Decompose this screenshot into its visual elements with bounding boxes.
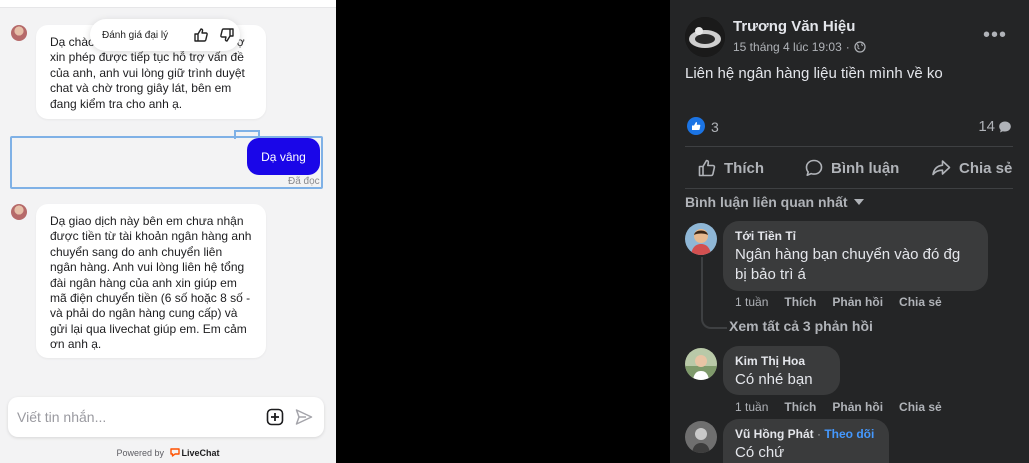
comment-like-link[interactable]: Thích bbox=[784, 295, 816, 309]
like-icon bbox=[698, 159, 716, 177]
comment-text: Có nhé bạn bbox=[735, 371, 813, 388]
share-label: Chia sẻ bbox=[959, 159, 1013, 177]
rate-agent-label: Đánh giá đại lý bbox=[102, 29, 169, 41]
agent-message-text: Dạ giao dịch này bên em chưa nhận được t… bbox=[50, 214, 252, 352]
comment-icon bbox=[805, 159, 823, 176]
commenter-avatar[interactable] bbox=[685, 223, 717, 255]
comment-bubble: Kim Thị Hoa Có nhé bạn bbox=[723, 346, 840, 395]
post-timestamp[interactable]: 15 tháng 4 lúc 19:03 bbox=[733, 40, 842, 54]
comment-time[interactable]: 1 tuần bbox=[735, 295, 768, 309]
agent-avatar bbox=[11, 204, 27, 220]
agent-avatar bbox=[11, 25, 27, 41]
comment-bubble-icon bbox=[999, 121, 1011, 132]
like-reaction-icon[interactable] bbox=[687, 117, 705, 135]
send-icon[interactable] bbox=[294, 407, 314, 427]
livechat-window: Dạ chào anh, em là nhân viên hỗ trợ xin … bbox=[0, 0, 336, 463]
comment-sort-label: Bình luận liên quan nhất bbox=[685, 194, 848, 210]
globe-icon bbox=[854, 41, 866, 53]
comment-button[interactable]: Bình luận bbox=[804, 154, 899, 182]
comment-sort-dropdown[interactable]: Bình luận liên quan nhất bbox=[685, 194, 864, 210]
message-input-placeholder[interactable]: Viết tin nhắn... bbox=[17, 409, 106, 425]
commenter-avatar[interactable] bbox=[685, 421, 717, 453]
reaction-summary: 3 14 bbox=[685, 117, 1015, 137]
livechat-brand: LiveChat bbox=[181, 448, 220, 458]
like-label: Thích bbox=[724, 159, 764, 177]
thumbs-up-icon[interactable] bbox=[188, 22, 214, 48]
author-avatar[interactable] bbox=[685, 17, 725, 57]
comment-share-link[interactable]: Chia sẻ bbox=[899, 295, 942, 309]
actions-divider bbox=[685, 188, 1013, 189]
user-message: Dạ vâng bbox=[247, 138, 320, 175]
add-attachment-icon[interactable] bbox=[265, 407, 285, 427]
comment-text: Có chứ bbox=[735, 444, 785, 461]
more-options-icon[interactable]: ••• bbox=[983, 24, 1006, 46]
post-body: Liên hệ ngân hàng liệu tiền mình về ko bbox=[685, 65, 943, 82]
comment-actions: 1 tuần Thích Phản hồi Chia sẻ bbox=[735, 400, 942, 414]
comment-reply-link[interactable]: Phản hồi bbox=[832, 400, 883, 414]
share-button[interactable]: Chia sẻ bbox=[930, 154, 1012, 182]
comment-share-link[interactable]: Chia sẻ bbox=[899, 400, 942, 414]
agent-message: Dạ giao dịch này bên em chưa nhận được t… bbox=[36, 204, 266, 358]
comment-like-link[interactable]: Thích bbox=[784, 400, 816, 414]
comment-bubble: Vũ Hồng Phát · Theo dõi Có chứ bbox=[723, 419, 889, 463]
rate-agent-pill: Đánh giá đại lý bbox=[90, 19, 240, 51]
post-divider bbox=[685, 146, 1013, 147]
like-button[interactable]: Thích bbox=[697, 154, 764, 182]
post-author-name[interactable]: Trương Văn Hiệu bbox=[733, 18, 855, 35]
comment-text: Ngân hàng bạn chuyển vào đó đg bị bảo tr… bbox=[735, 245, 976, 285]
user-message-text: Dạ vâng bbox=[261, 149, 306, 164]
powered-by-label: Powered by bbox=[116, 448, 164, 458]
chat-top-bar bbox=[0, 0, 336, 8]
commenter-name-row: Vũ Hồng Phát · Theo dõi bbox=[735, 427, 877, 441]
see-all-replies-link[interactable]: Xem tất cả 3 phản hồi bbox=[729, 318, 873, 334]
livechat-logo-icon bbox=[169, 448, 180, 457]
caret-down-icon bbox=[853, 199, 864, 205]
comment-count[interactable]: 14 bbox=[978, 118, 1013, 135]
comment-actions: 1 tuần Thích Phản hồi Chia sẻ bbox=[735, 295, 942, 309]
follow-link[interactable]: Theo dõi bbox=[824, 427, 874, 441]
commenter-avatar[interactable] bbox=[685, 348, 717, 380]
facebook-post: Trương Văn Hiệu 15 tháng 4 lúc 19:03 · •… bbox=[670, 0, 1029, 463]
comment-reply-link[interactable]: Phản hồi bbox=[832, 295, 883, 309]
comment-label: Bình luận bbox=[831, 159, 900, 177]
share-icon bbox=[932, 160, 951, 176]
commenter-name[interactable]: Tới Tiền Tỉ bbox=[735, 229, 976, 243]
read-status: Đã đọc bbox=[288, 176, 320, 187]
comment-time[interactable]: 1 tuần bbox=[735, 400, 768, 414]
comment-text-line: Ngân hàng bạn chuyển vào đó đg bbox=[735, 246, 961, 263]
commenter-name[interactable]: Vũ Hồng Phát bbox=[735, 427, 814, 441]
comment-count-value: 14 bbox=[978, 118, 995, 135]
post-meta: 15 tháng 4 lúc 19:03 · bbox=[733, 40, 866, 54]
message-composer[interactable]: Viết tin nhắn... bbox=[8, 397, 324, 437]
name-separator: · bbox=[813, 427, 825, 441]
commenter-name[interactable]: Kim Thị Hoa bbox=[735, 354, 828, 368]
thumbs-down-icon[interactable] bbox=[214, 22, 240, 48]
meta-separator: · bbox=[845, 40, 850, 54]
comment-text-line: bị bảo trì á bbox=[735, 266, 806, 283]
powered-by-footer[interactable]: Powered by LiveChat bbox=[0, 448, 336, 458]
reaction-count[interactable]: 3 bbox=[711, 119, 719, 135]
comment-bubble: Tới Tiền Tỉ Ngân hàng bạn chuyển vào đó … bbox=[723, 221, 988, 291]
